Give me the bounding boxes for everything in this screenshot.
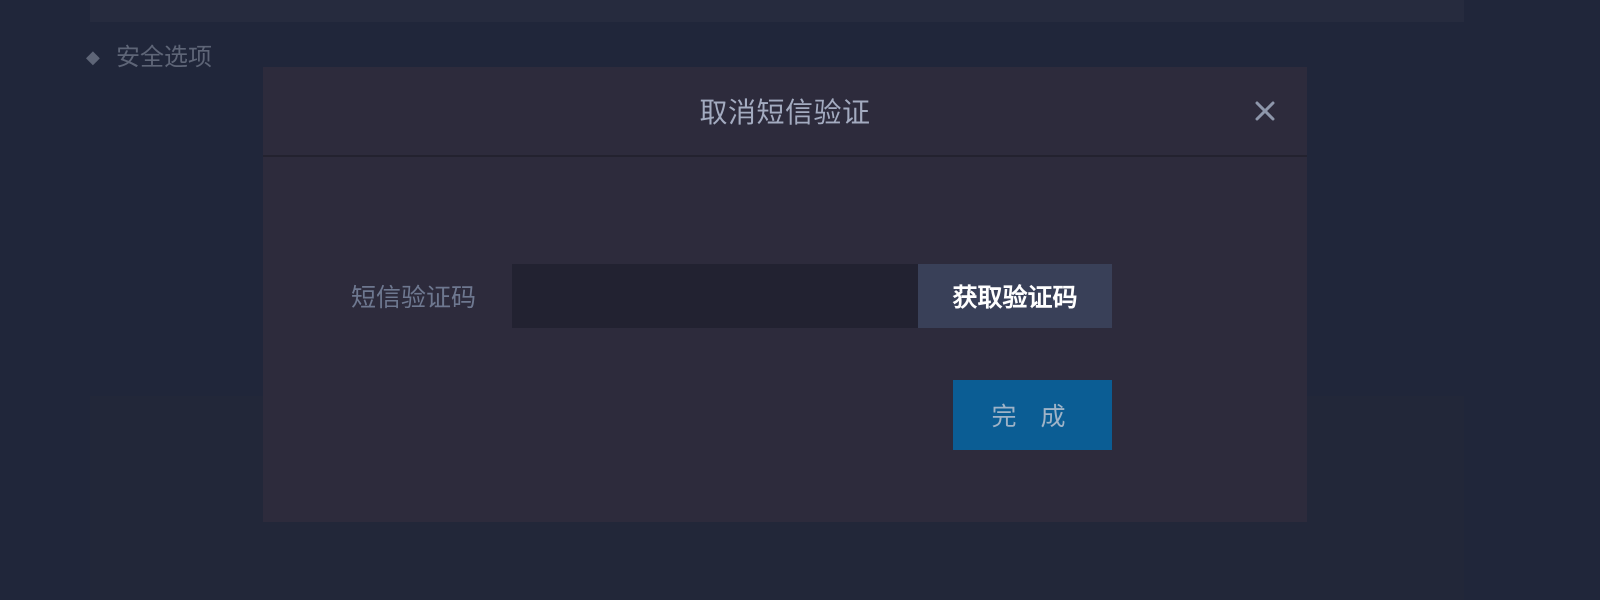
close-button[interactable]	[1251, 97, 1279, 125]
sms-code-row: 短信验证码 获取验证码	[263, 264, 1307, 328]
cancel-sms-verification-dialog: 取消短信验证 短信验证码 获取验证码 完 成	[263, 67, 1307, 522]
sms-code-input[interactable]	[512, 264, 920, 328]
get-code-button[interactable]: 获取验证码	[918, 264, 1112, 328]
background-section-header: ◆ 安全选项	[86, 36, 212, 72]
dialog-header: 取消短信验证	[263, 67, 1307, 157]
background-section-title: 安全选项	[116, 42, 212, 71]
shield-icon: ◆	[86, 47, 100, 68]
dialog-title: 取消短信验证	[699, 96, 871, 129]
sms-code-label: 短信验证码	[351, 283, 477, 312]
close-icon	[1255, 101, 1275, 121]
page: ◆ 安全选项 取消短信验证 短信验证码 获取验证码 完 成	[0, 0, 1600, 600]
done-button[interactable]: 完 成	[953, 380, 1112, 450]
background-top-strip	[90, 0, 1464, 22]
